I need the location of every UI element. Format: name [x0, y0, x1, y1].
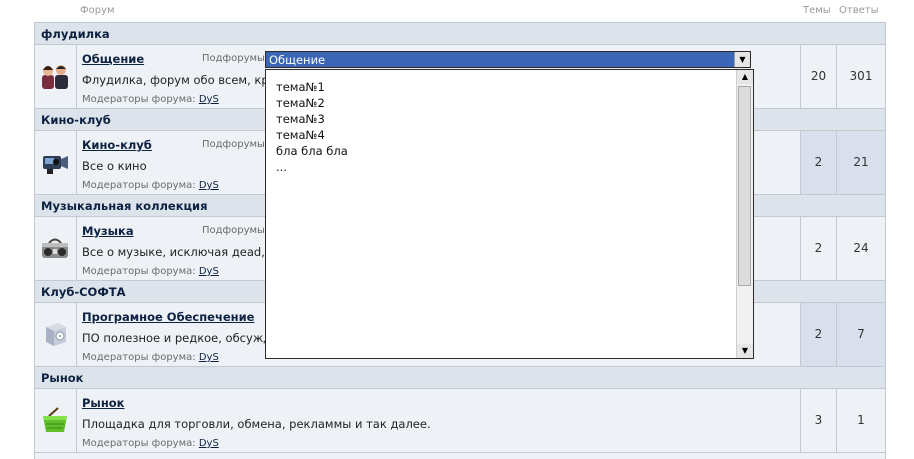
video-camera-icon [43, 156, 68, 174]
moderator-link[interactable]: DyS [199, 180, 219, 191]
forum-description: Все о музыке, исключая дead, т [82, 245, 276, 259]
dropdown-option[interactable]: ... [276, 159, 348, 175]
reply-count: 1 [857, 413, 865, 427]
dropdown-option[interactable]: тема№4 [276, 127, 348, 143]
dropdown-option[interactable]: тема№3 [276, 111, 348, 127]
subforums-label: Подфорумы [202, 225, 265, 236]
basket-icon [43, 407, 67, 432]
topic-count: 2 [801, 217, 837, 280]
topic-count: 2 [801, 303, 837, 366]
forum-description: Все о кино [82, 159, 147, 173]
moderator-link[interactable]: DyS [199, 266, 219, 277]
scroll-down-icon[interactable]: ▼ [737, 344, 753, 358]
forum-main-cell: Рынок Площадка для торговли, обмена, рек… [77, 389, 801, 452]
moderator-link[interactable]: DyS [199, 94, 219, 105]
moderators: Модераторы форума: DyS [82, 94, 219, 105]
people-icon [42, 65, 68, 89]
moderators-label: Модераторы форума: [82, 352, 196, 363]
dropdown-option[interactable]: тема№1 [276, 79, 348, 95]
dropdown-scrollbar[interactable]: ▲ ▼ [736, 70, 753, 358]
category-title: Рынок [41, 371, 84, 385]
category-title: Кино-клуб [41, 113, 111, 127]
category-header: флудилка [35, 23, 885, 45]
reply-count: 7 [837, 303, 885, 366]
forum-icon-cell [35, 303, 77, 366]
dropdown-option[interactable]: бла бла бла [276, 143, 348, 159]
forum-row: Рынок Площадка для торговли, обмена, рек… [35, 389, 885, 453]
reply-count: 24 [853, 241, 869, 255]
forum-link[interactable]: Програмное Обеспечение [82, 310, 254, 324]
forum-link[interactable]: Рынок [82, 396, 124, 410]
topic-count: 2 [801, 131, 837, 194]
moderators: Модераторы форума: DyS [82, 180, 219, 191]
scroll-up-icon[interactable]: ▲ [737, 70, 753, 84]
moderators: Модераторы форума: DyS [82, 266, 219, 277]
topic-count: 20 [801, 45, 837, 108]
moderators-label: Модераторы форума: [82, 266, 196, 277]
subforums-label: Подфорумы [202, 53, 265, 64]
subforums-label: Подфорумы [202, 139, 265, 150]
reply-count: 301 [849, 69, 873, 83]
forum-link[interactable]: Общение [82, 52, 144, 66]
header-topics: Темы [803, 5, 831, 16]
header-forum: Форум [80, 5, 115, 16]
moderators-label: Модераторы форума: [82, 438, 196, 449]
table-header: Форум Темы Ответы [0, 0, 914, 22]
chevron-down-icon[interactable]: ▼ [734, 52, 750, 67]
moderators-label: Модераторы форума: [82, 180, 196, 191]
forum-link[interactable]: Музыка [82, 224, 134, 238]
forum-description: Флудилка, форум обо всем, кро [82, 73, 276, 87]
category-title: Музыкальная коллекция [41, 199, 208, 213]
category-title: флудилка [41, 27, 110, 41]
boombox-icon [42, 238, 68, 258]
forum-description: Площадка для торговли, обмена, рекламмы … [82, 417, 431, 431]
category-header: Рынок [35, 367, 885, 389]
forum-link[interactable]: Кино-клуб [82, 138, 152, 152]
forum-icon-cell [35, 45, 77, 108]
moderator-link[interactable]: DyS [199, 438, 219, 449]
moderators: Модераторы форума: DyS [82, 438, 219, 449]
dropdown-list[interactable]: тема№1 тема№2 тема№3 тема№4 бла бла бла … [265, 69, 754, 359]
category-title: Клуб-СОФТА [41, 285, 126, 299]
reply-count: 21 [837, 131, 885, 194]
topic-count: 3 [801, 389, 837, 452]
moderator-link[interactable]: DyS [199, 352, 219, 363]
dropdown-option[interactable]: тема№2 [276, 95, 348, 111]
software-box-icon [46, 323, 66, 346]
forum-icon-cell [35, 217, 77, 280]
subforum-select[interactable]: Общение ▼ [265, 51, 751, 68]
forum-description: ПО полезное и редкое, обсужд [82, 331, 272, 345]
scrollbar-thumb[interactable] [738, 86, 751, 286]
header-replies: Ответы [839, 5, 879, 16]
select-value: Общение [269, 53, 326, 67]
forum-icon-cell [35, 131, 77, 194]
moderators-label: Модераторы форума: [82, 94, 196, 105]
moderators: Модераторы форума: DyS [82, 352, 219, 363]
forum-icon-cell [35, 389, 77, 452]
